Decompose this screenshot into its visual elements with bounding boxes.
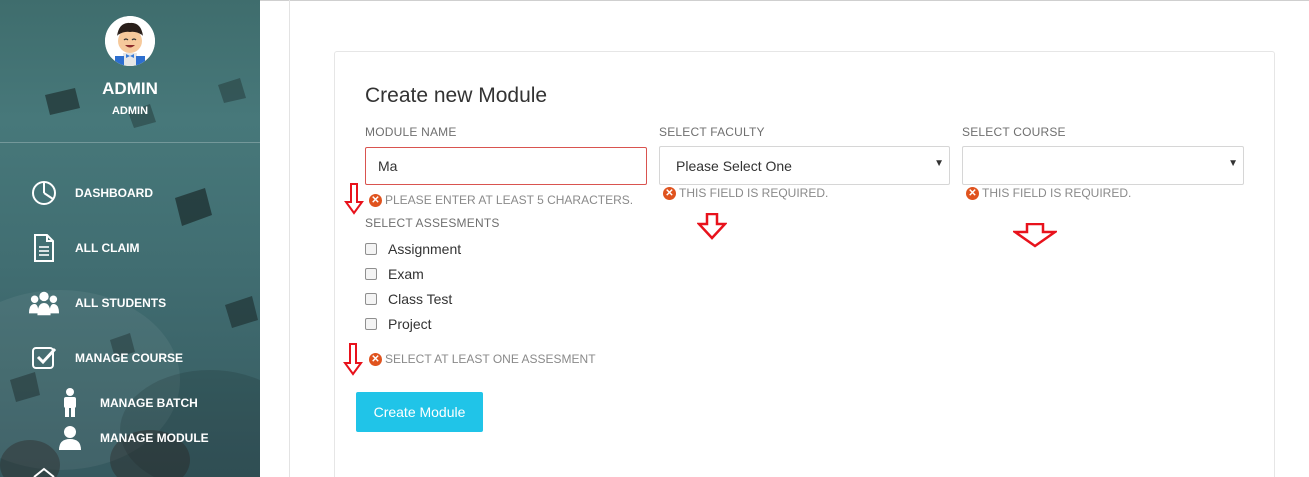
course-select[interactable]: ▼ [962, 146, 1244, 185]
annotation-arrow-down-icon [344, 183, 364, 215]
sidebar-item-label: ALL CLAIM [75, 241, 140, 255]
user-icon [55, 423, 85, 453]
faculty-label: SELECT FACULTY [659, 125, 765, 139]
course-error: ✕ THIS FIELD IS REQUIRED. [966, 186, 1131, 200]
annotation-arrow-down-icon [1013, 223, 1057, 248]
faculty-error: ✕ THIS FIELD IS REQUIRED. [663, 186, 828, 200]
sidebar-item-manage-batch[interactable]: MANAGE BATCH [0, 383, 260, 423]
sidebar-item-label: ALL STUDENTS [75, 296, 167, 310]
error-text: PLEASE ENTER AT LEAST 5 CHARACTERS. [385, 193, 634, 207]
course-label: SELECT COURSE [962, 125, 1066, 139]
pie-chart-icon [29, 178, 59, 208]
error-icon: ✕ [966, 186, 979, 200]
sidebar-item-label: MANAGE MODULE [100, 431, 209, 445]
more-icon [33, 467, 55, 477]
error-icon: ✕ [663, 186, 676, 200]
exam-checkbox[interactable] [365, 268, 377, 280]
checkbox-label: Class Test [388, 291, 453, 307]
document-icon [29, 233, 59, 263]
error-text: SELECT AT LEAST ONE ASSESMENT [385, 352, 596, 366]
error-text: THIS FIELD IS REQUIRED. [679, 186, 829, 200]
sidebar-item-label: MANAGE BATCH [100, 396, 198, 410]
module-name-input[interactable] [365, 147, 647, 185]
checkbox-label: Exam [388, 266, 424, 282]
assessments-error: ✕ SELECT AT LEAST ONE ASSESMENT [369, 352, 596, 366]
sidebar-divider [0, 142, 260, 143]
checkbox-label: Project [388, 316, 432, 332]
module-name-error: ✕ PLEASE ENTER AT LEAST 5 CHARACTERS. [369, 193, 633, 207]
cartoon-avatar-icon [105, 16, 155, 66]
profile: ADMIN ADMIN [0, 0, 260, 142]
assignment-checkbox[interactable] [365, 243, 377, 255]
page: ADMIN ADMIN DASHBOARD ALL CLAIM ALL STUD… [0, 0, 1309, 477]
faculty-select[interactable]: Please Select One ▼ [659, 146, 950, 185]
assessment-option-class-test[interactable]: Class Test [365, 290, 452, 308]
page-title: Create new Module [365, 84, 548, 107]
annotation-arrow-down-icon [343, 343, 363, 376]
users-icon [29, 288, 59, 318]
module-name-label: MODULE NAME [365, 125, 457, 139]
error-icon: ✕ [369, 352, 382, 366]
sidebar-item-manage-course[interactable]: MANAGE COURSE [0, 338, 260, 378]
sidebar-item-all-claim[interactable]: ALL CLAIM [0, 228, 260, 268]
sidebar-item-dashboard[interactable]: DASHBOARD [0, 173, 260, 213]
assessment-option-exam[interactable]: Exam [365, 265, 424, 283]
error-icon: ✕ [369, 193, 382, 207]
sidebar-item-label: DASHBOARD [75, 186, 153, 200]
assessment-option-assignment[interactable]: Assignment [365, 240, 461, 258]
faculty-selected-value: Please Select One [676, 158, 792, 174]
project-checkbox[interactable] [365, 318, 377, 330]
chevron-down-icon: ▼ [1228, 158, 1238, 169]
avatar[interactable] [105, 16, 155, 66]
class-test-checkbox[interactable] [365, 293, 377, 305]
checkbox-label: Assignment [388, 241, 462, 257]
annotation-arrow-down-icon [697, 213, 727, 240]
content-gutter-border [289, 0, 290, 477]
admin-role: ADMIN [111, 105, 149, 117]
top-border [260, 0, 1309, 1]
sidebar-item-manage-module[interactable]: MANAGE MODULE [0, 418, 260, 458]
sidebar-item-label: MANAGE COURSE [75, 351, 184, 365]
sidebar-item-all-students[interactable]: ALL STUDENTS [0, 283, 260, 323]
chevron-down-icon: ▼ [934, 158, 944, 169]
assessments-label: SELECT ASSESMENTS [365, 216, 500, 230]
person-icon [55, 388, 85, 418]
sidebar: ADMIN ADMIN DASHBOARD ALL CLAIM ALL STUD… [0, 0, 260, 477]
assessment-option-project[interactable]: Project [365, 315, 432, 333]
create-module-button[interactable]: Create Module [356, 392, 483, 432]
admin-name: ADMIN [102, 79, 158, 98]
error-text: THIS FIELD IS REQUIRED. [982, 186, 1132, 200]
checkbox-icon [29, 343, 59, 373]
